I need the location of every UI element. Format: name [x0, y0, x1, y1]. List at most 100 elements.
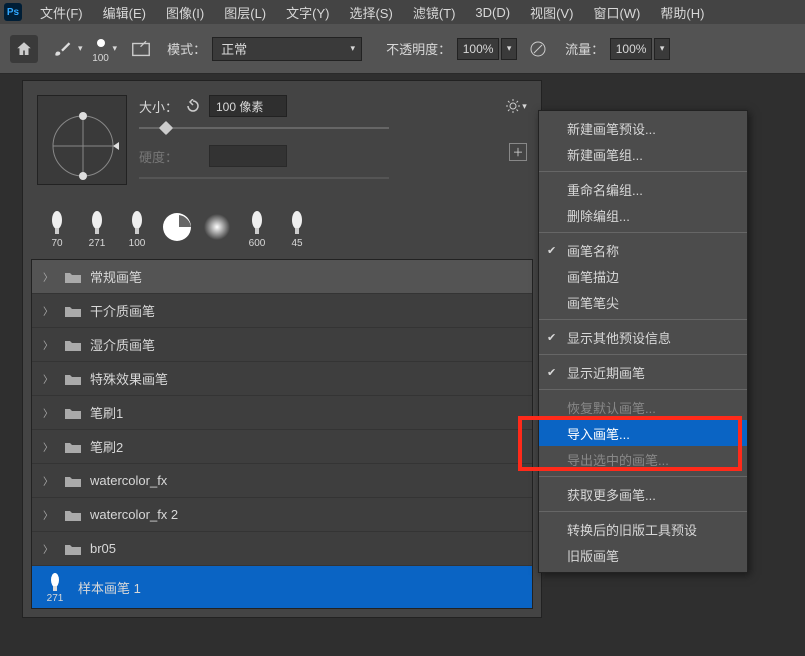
folder-row[interactable]: 〉 笔刷1 — [32, 396, 532, 430]
brush-thumb-icon — [199, 211, 235, 243]
menu-filter[interactable]: 滤镜(T) — [403, 3, 466, 22]
menu-separator — [539, 232, 747, 233]
folder-row[interactable]: 〉笔刷2 — [32, 430, 532, 464]
folder-row[interactable]: 〉 湿介质画笔 — [32, 328, 532, 362]
brush-preset-name: 样本画笔 1 — [78, 578, 141, 597]
menu-item[interactable]: 显示近期画笔 — [539, 359, 747, 385]
folder-name: watercolor_fx — [90, 473, 167, 488]
menu-file[interactable]: 文件(F) — [30, 3, 93, 22]
tool-preset-chevron[interactable]: ▾ — [78, 43, 83, 54]
brush-picker-chevron[interactable]: ▾ — [113, 43, 118, 54]
menu-item[interactable]: 画笔描边 — [539, 263, 747, 289]
size-input[interactable] — [209, 95, 287, 117]
folder-row[interactable]: 〉 特殊效果画笔 — [32, 362, 532, 396]
folder-name: 笔刷1 — [90, 403, 123, 422]
folder-row[interactable]: 〉干介质画笔 — [32, 294, 532, 328]
create-preset-button[interactable]: ＋ — [509, 143, 527, 161]
brush-tool-button[interactable] — [48, 35, 76, 63]
photoshop-icon: Ps — [4, 3, 22, 21]
mode-label: 模式： — [167, 39, 206, 58]
brush-thumb-icon — [119, 206, 155, 238]
brush-thumb-num: 45 — [291, 238, 302, 249]
folder-icon — [64, 304, 82, 318]
recent-brush[interactable]: 600 — [237, 205, 277, 249]
panel-menu-button[interactable]: ▾ — [505, 95, 527, 117]
hardness-input[interactable] — [209, 145, 287, 167]
chevron-right-icon: 〉 — [40, 371, 56, 386]
menu-edit[interactable]: 编辑(E) — [93, 3, 156, 22]
menu-select[interactable]: 选择(S) — [339, 3, 402, 22]
pressure-opacity-button[interactable] — [527, 38, 549, 60]
folder-icon — [64, 542, 82, 556]
menu-item[interactable]: 显示其他预设信息 — [539, 324, 747, 350]
menu-item[interactable]: 导出选中的画笔... — [539, 446, 747, 472]
brush-size-value: 100 — [92, 53, 109, 64]
menu-layer[interactable]: 图层(L) — [214, 3, 276, 22]
recent-brush[interactable]: 271 — [77, 205, 117, 249]
menu-type[interactable]: 文字(Y) — [276, 3, 339, 22]
menu-item[interactable]: 删除编组... — [539, 202, 747, 228]
brush-angle-preview[interactable] — [37, 95, 127, 185]
chevron-right-icon: 〉 — [40, 405, 56, 420]
menu-3d[interactable]: 3D(D) — [465, 5, 520, 20]
home-button[interactable] — [10, 35, 38, 63]
menu-separator — [539, 511, 747, 512]
mode-dropdown[interactable]: 正常 — [212, 37, 362, 61]
chevron-right-icon: 〉 — [40, 439, 56, 454]
plus-icon: ＋ — [513, 144, 524, 160]
menu-item[interactable]: 新建画笔预设... — [539, 115, 747, 141]
folder-row[interactable]: 〉br05 — [32, 532, 532, 566]
folder-row[interactable]: 〉watercolor_fx — [32, 464, 532, 498]
opacity-chevron[interactable]: ▾ — [501, 38, 517, 60]
recent-brush[interactable]: 100 — [117, 205, 157, 249]
menu-item[interactable]: 重命名编组... — [539, 176, 747, 202]
recent-brush[interactable] — [157, 205, 197, 249]
menu-item[interactable]: 画笔笔尖 — [539, 289, 747, 315]
menu-image[interactable]: 图像(I) — [156, 3, 214, 22]
recent-brush[interactable] — [197, 205, 237, 249]
options-bar: ▾ 100 ▾ 模式： 正常 不透明度： 100% ▾ 流量： 100% ▾ — [0, 24, 805, 74]
opacity-input[interactable]: 100% — [457, 38, 499, 60]
brush-preview[interactable]: 100 — [91, 33, 111, 64]
hardness-label: 硬度： — [139, 147, 183, 166]
brush-thumb-icon — [239, 206, 275, 238]
folder-name: 干介质画笔 — [90, 301, 155, 320]
menu-item[interactable]: 新建画笔组... — [539, 141, 747, 167]
folder-icon — [64, 338, 82, 352]
brush-picker-panel: 大小： 硬度： ▾ ＋ 7027110060045 — [22, 80, 542, 618]
folder-name: 特殊效果画笔 — [90, 369, 168, 388]
menu-item[interactable]: 恢复默认画笔... — [539, 394, 747, 420]
brush-thumb-num: 600 — [249, 238, 266, 249]
menu-item[interactable]: 旧版画笔 — [539, 542, 747, 568]
chevron-right-icon: 〉 — [40, 337, 56, 352]
menu-separator — [539, 389, 747, 390]
folder-name: 湿介质画笔 — [90, 335, 155, 354]
brush-settings-button[interactable] — [127, 35, 155, 63]
recent-brush[interactable]: 45 — [277, 205, 317, 249]
mode-value: 正常 — [221, 39, 247, 58]
menu-window[interactable]: 窗口(W) — [583, 3, 650, 22]
menu-item[interactable]: 导入画笔... — [539, 420, 747, 446]
flow-input[interactable]: 100% — [610, 38, 652, 60]
gear-icon — [505, 98, 521, 114]
hardness-slider[interactable] — [139, 177, 389, 179]
folder-icon — [64, 440, 82, 454]
flow-label: 流量： — [565, 39, 604, 58]
menu-item[interactable]: 转换后的旧版工具预设 — [539, 516, 747, 542]
menu-item[interactable]: 获取更多画笔... — [539, 481, 747, 507]
reset-size-button[interactable] — [183, 96, 203, 116]
folder-row[interactable]: 〉常规画笔 — [32, 260, 532, 294]
brush-thumb-num: 271 — [89, 238, 106, 249]
menu-view[interactable]: 视图(V) — [520, 3, 583, 22]
size-slider[interactable] — [139, 127, 389, 129]
flow-chevron[interactable]: ▾ — [654, 38, 670, 60]
brush-thumb-icon — [279, 206, 315, 238]
menu-help[interactable]: 帮助(H) — [650, 3, 714, 22]
folder-row[interactable]: 〉watercolor_fx 2 — [32, 498, 532, 532]
pressure-icon — [529, 40, 547, 58]
recent-brush[interactable]: 70 — [37, 205, 77, 249]
menu-item[interactable]: 画笔名称 — [539, 237, 747, 263]
folder-name: br05 — [90, 541, 116, 556]
menubar: Ps 文件(F) 编辑(E) 图像(I) 图层(L) 文字(Y) 选择(S) 滤… — [0, 0, 805, 24]
brush-preset-selected[interactable]: 271样本画笔 1 — [32, 566, 532, 608]
